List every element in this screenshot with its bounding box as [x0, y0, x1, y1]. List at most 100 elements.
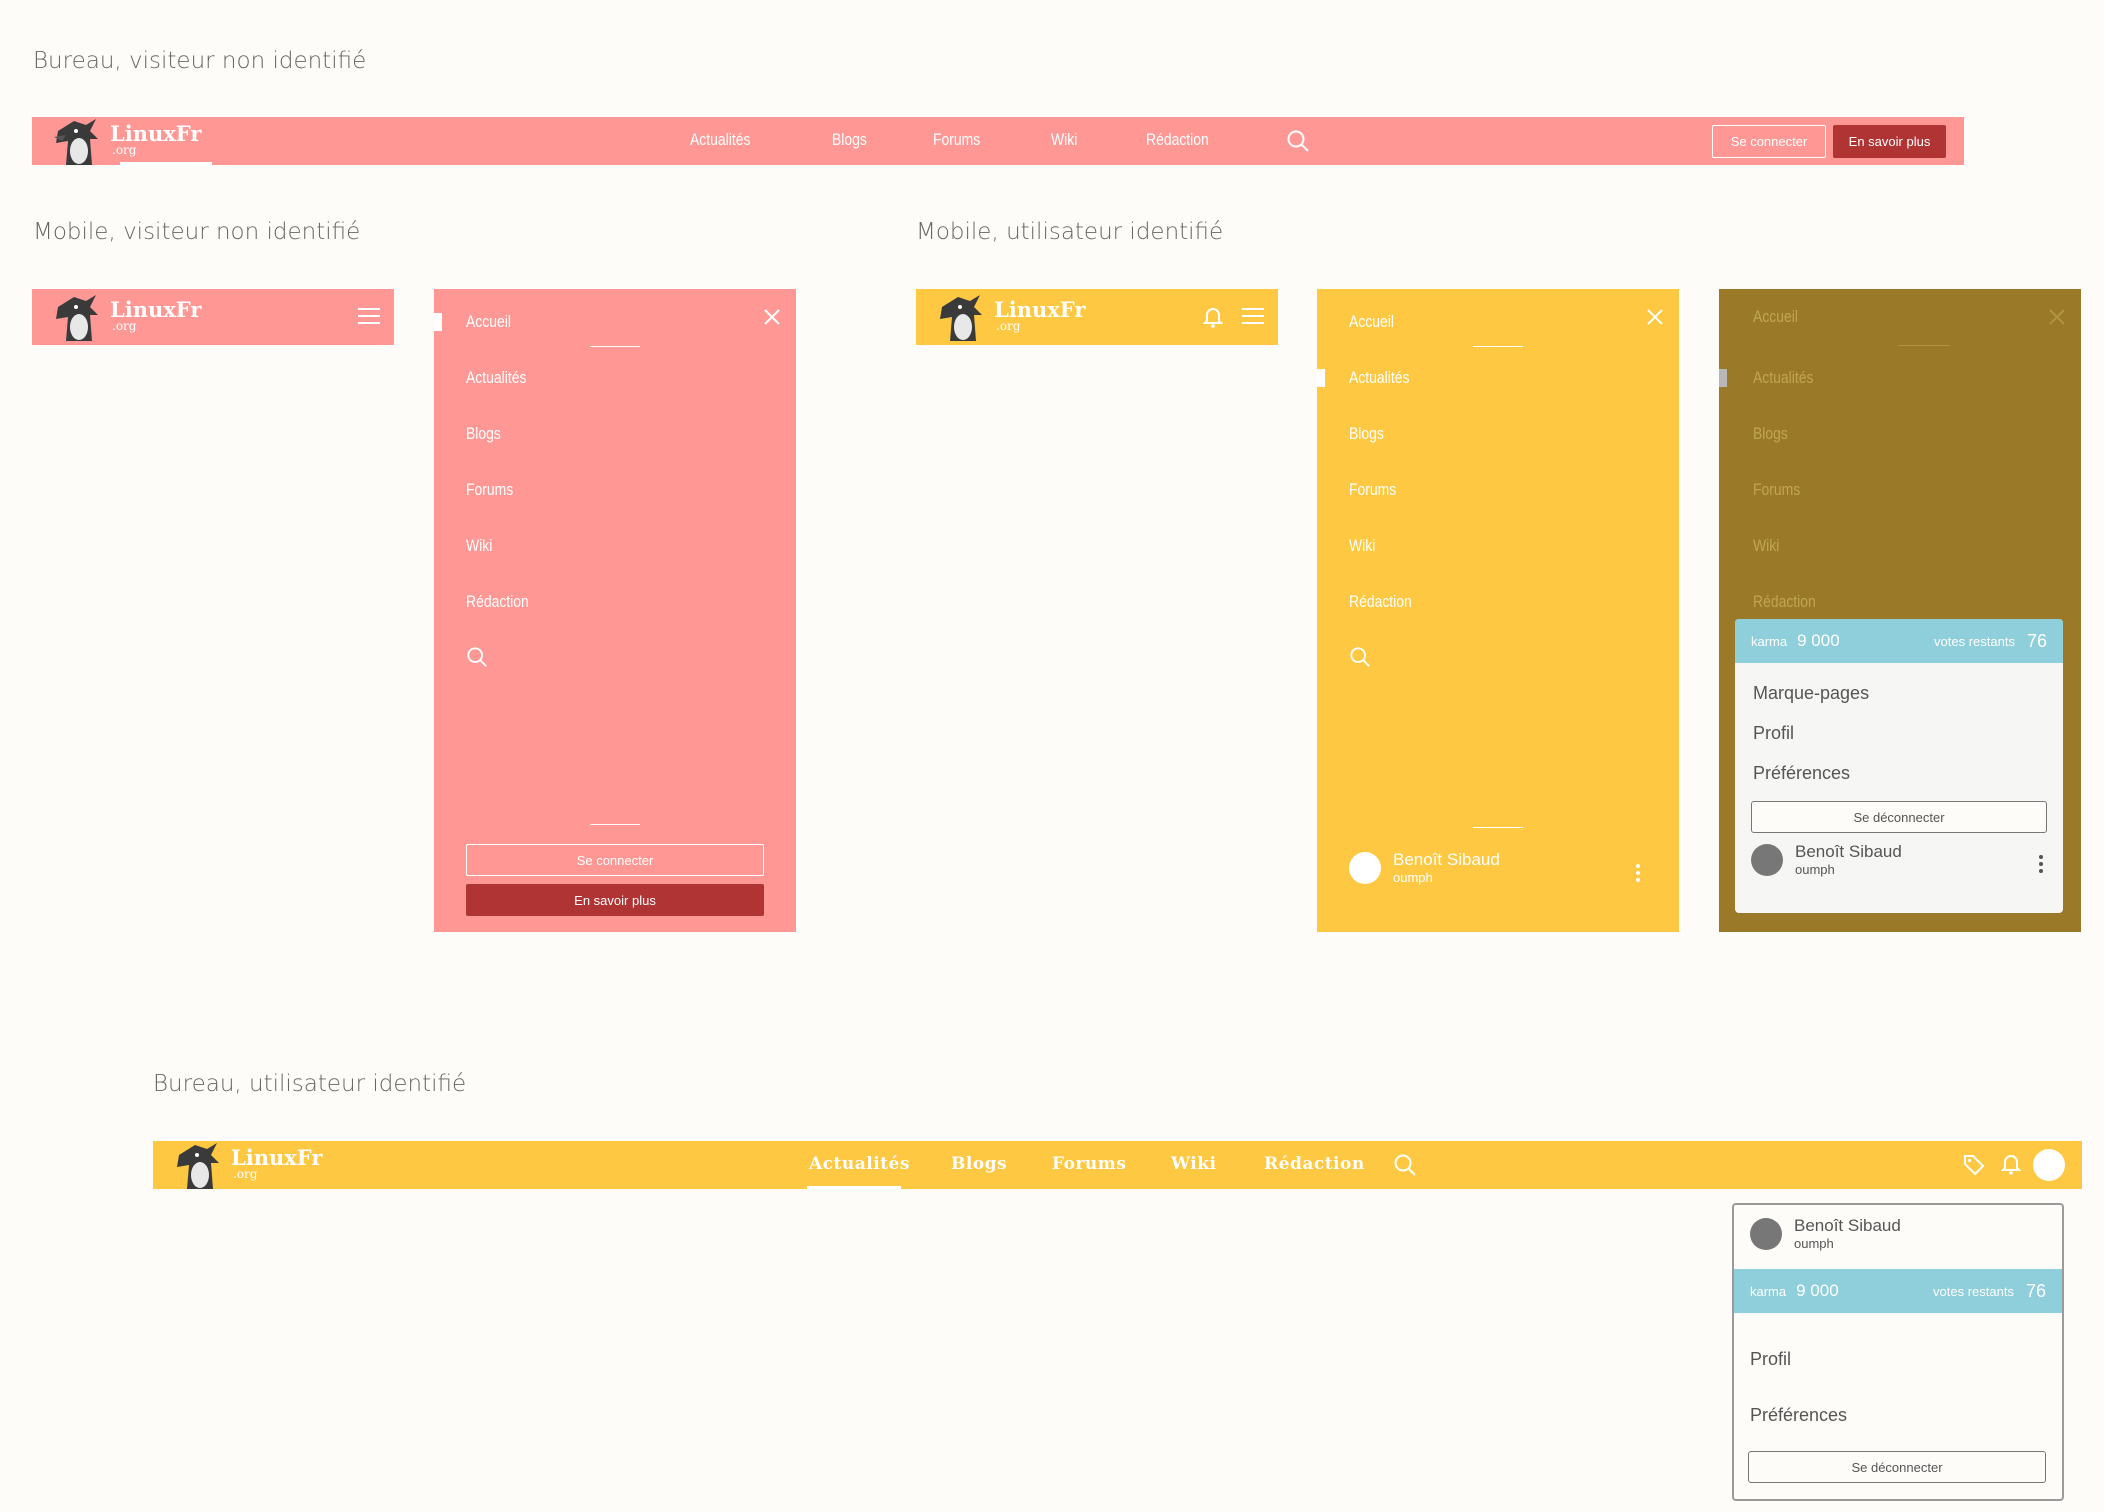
avatar-button[interactable]: [2033, 1149, 2065, 1181]
menu-item-accueil[interactable]: Accueil: [1349, 312, 1394, 332]
logo-wordmark: LinuxFr: [994, 297, 1086, 322]
desktop-guest-header: LinuxFr .org Actualités Blogs Forums Wik…: [32, 117, 1964, 165]
close-icon[interactable]: [764, 309, 780, 325]
menu-divider: [1473, 827, 1523, 828]
menu-item-blogs[interactable]: Blogs: [1349, 424, 1384, 444]
menu-item-actualites[interactable]: Actualités: [466, 368, 526, 388]
menu-divider: [590, 346, 640, 347]
login-button[interactable]: Se connecter: [466, 844, 764, 876]
logo-wordmark: LinuxFr: [231, 1145, 323, 1170]
menu-item-forums[interactable]: Forums: [1753, 480, 1800, 500]
user-name: Benoît Sibaud: [1393, 850, 1500, 869]
penguin-logo-icon: [56, 295, 98, 341]
user-name: Benoît Sibaud: [1794, 1216, 1901, 1235]
nav-actualites[interactable]: Actualités: [690, 130, 750, 150]
kebab-icon[interactable]: [2039, 855, 2043, 876]
votes-value: 76: [2025, 1280, 2046, 1301]
user-row[interactable]: Benoît Sibaud oumph: [1750, 1216, 1901, 1251]
logo-wordmark: LinuxFr: [110, 121, 202, 146]
mobile-user-header: LinuxFr .org: [916, 289, 1278, 345]
section-title-mobile-guest: Mobile, visiteur non identifié: [33, 219, 361, 245]
user-handle: oumph: [1794, 1235, 1834, 1251]
menu-item-blogs[interactable]: Blogs: [466, 424, 501, 444]
search-icon[interactable]: [1286, 129, 1310, 153]
menu-item-accueil[interactable]: Accueil: [1753, 307, 1798, 327]
user-row[interactable]: Benoît Sibaud oumph: [1349, 850, 1500, 885]
nav-wiki[interactable]: Wiki: [1051, 130, 1077, 150]
menu-item-wiki[interactable]: Wiki: [466, 536, 492, 556]
karma-bar: karma 9 000 votes restants 76: [1735, 619, 2063, 663]
mobile-user-menu-panel-open: Accueil Actualités Blogs Forums Wiki Réd…: [1719, 289, 2081, 932]
nav-actualites[interactable]: Actualités: [809, 1154, 910, 1174]
user-row[interactable]: Benoît Sibaud oumph: [1751, 842, 1902, 877]
search-icon[interactable]: [466, 646, 488, 668]
profile-link[interactable]: Profil: [1750, 1349, 1791, 1370]
menu-item-forums[interactable]: Forums: [1349, 480, 1396, 500]
votes-label: votes restants: [1933, 1283, 2014, 1299]
menu-item-redaction[interactable]: Rédaction: [466, 592, 529, 612]
menu-divider: [1899, 345, 1949, 346]
karma-value: 9 000: [1797, 631, 1840, 650]
nav-redaction[interactable]: Rédaction: [1264, 1154, 1365, 1174]
tag-icon[interactable]: [1963, 1154, 1985, 1176]
nav-blogs[interactable]: Blogs: [832, 130, 867, 150]
search-icon[interactable]: [1349, 646, 1371, 668]
karma-label: karma: [1750, 1283, 1787, 1299]
menu-item-wiki[interactable]: Wiki: [1753, 536, 1779, 556]
site-logo[interactable]: LinuxFr .org: [936, 293, 1085, 341]
menu-item-actualites[interactable]: Actualités: [1349, 368, 1409, 388]
section-title-desktop-user: Bureau, utilisateur identifié: [153, 1071, 467, 1097]
learn-more-button[interactable]: En savoir plus: [1833, 125, 1946, 158]
user-handle: oumph: [1795, 861, 1835, 877]
site-logo[interactable]: LinuxFr .org: [52, 293, 201, 341]
nav-forums[interactable]: Forums: [933, 130, 980, 150]
search-icon[interactable]: [1393, 1153, 1417, 1177]
bookmarks-link[interactable]: Marque-pages: [1753, 683, 1869, 704]
active-item-marker: [434, 313, 442, 331]
learn-more-button[interactable]: En savoir plus: [466, 884, 764, 916]
menu-item-accueil[interactable]: Accueil: [466, 312, 511, 332]
kebab-icon[interactable]: [1636, 864, 1640, 885]
menu-item-redaction[interactable]: Rédaction: [1753, 592, 1816, 612]
nav-wiki[interactable]: Wiki: [1171, 1154, 1217, 1174]
avatar: [1349, 851, 1381, 884]
logo-wordmark: LinuxFr: [110, 297, 202, 322]
nav-forums[interactable]: Forums: [1052, 1154, 1126, 1174]
hamburger-icon[interactable]: [1242, 307, 1264, 325]
karma-label: karma: [1751, 633, 1788, 649]
active-item-marker: [1317, 369, 1325, 387]
menu-item-forums[interactable]: Forums: [466, 480, 513, 500]
menu-item-wiki[interactable]: Wiki: [1349, 536, 1375, 556]
hamburger-icon[interactable]: [358, 307, 380, 325]
preferences-link[interactable]: Préférences: [1753, 763, 1850, 784]
bell-icon[interactable]: [2001, 1153, 2021, 1175]
menu-item-blogs[interactable]: Blogs: [1753, 424, 1788, 444]
user-name: Benoît Sibaud: [1795, 842, 1902, 861]
nav-blogs[interactable]: Blogs: [951, 1154, 1007, 1174]
votes-value: 76: [2026, 630, 2047, 651]
bell-icon[interactable]: [1203, 306, 1223, 328]
login-button[interactable]: Se connecter: [1712, 125, 1826, 158]
menu-item-redaction[interactable]: Rédaction: [1349, 592, 1412, 612]
karma-bar: karma 9 000 votes restants 76: [1734, 1269, 2062, 1313]
penguin-logo-icon: [177, 1143, 219, 1189]
penguin-logo-icon: [54, 119, 98, 165]
logout-button[interactable]: Se déconnecter: [1748, 1451, 2046, 1483]
section-title-desktop-guest: Bureau, visiteur non identifié: [33, 48, 367, 74]
close-icon[interactable]: [2049, 309, 2065, 325]
nav-redaction[interactable]: Rédaction: [1146, 130, 1209, 150]
user-dropdown-card: Benoît Sibaud oumph karma 9 000 votes re…: [1732, 1203, 2064, 1501]
profile-link[interactable]: Profil: [1753, 723, 1794, 744]
menu-item-actualites[interactable]: Actualités: [1753, 368, 1813, 388]
mobile-user-menu-panel: Accueil Actualités Blogs Forums Wiki Réd…: [1317, 289, 1679, 932]
site-logo[interactable]: LinuxFr .org: [173, 1141, 322, 1189]
karma-value: 9 000: [1796, 1281, 1839, 1300]
active-item-marker: [1719, 369, 1727, 387]
logout-button[interactable]: Se déconnecter: [1751, 801, 2047, 833]
preferences-link[interactable]: Préférences: [1750, 1405, 1847, 1426]
mobile-guest-header: LinuxFr .org: [32, 289, 394, 345]
logo-active-underline: [120, 162, 212, 165]
close-icon[interactable]: [1647, 309, 1663, 325]
section-title-mobile-user: Mobile, utilisateur identifié: [916, 219, 1224, 245]
site-logo[interactable]: LinuxFr .org: [52, 117, 212, 165]
